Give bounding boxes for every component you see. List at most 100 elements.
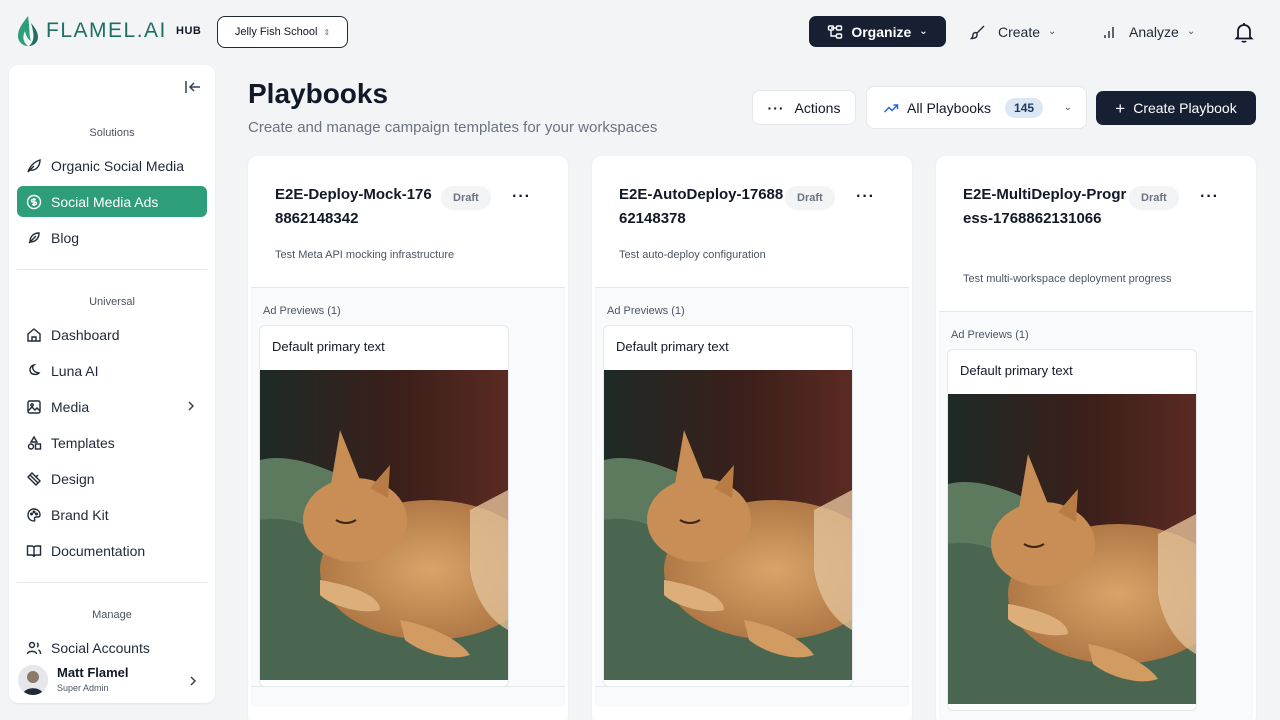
ad-preview-card[interactable]: Default primary text: [259, 325, 509, 687]
sidebar-item-label: Media: [51, 398, 90, 415]
playbook-description: Test multi-workspace deployment progress: [963, 273, 1172, 285]
users-icon: [26, 641, 42, 654]
nav-organize-label: Organize: [851, 23, 912, 40]
sidebar-item-documentation[interactable]: Documentation: [17, 535, 207, 566]
ad-previews-label: Ad Previews (1): [951, 329, 1029, 341]
count-badge: 145: [1005, 97, 1044, 118]
updown-chevron-icon: ⇕: [323, 27, 331, 37]
chevron-down-icon: ⌄: [919, 26, 928, 37]
nav-organize[interactable]: Organize ⌄: [809, 16, 946, 47]
book-open-icon: [26, 544, 42, 557]
divider: [17, 269, 207, 270]
sidebar: Solutions Organic Social Media Social Me…: [9, 65, 215, 703]
page-subtitle: Create and manage campaign templates for…: [248, 119, 658, 136]
ad-previews-section: Ad Previews (1) Default primary text: [939, 311, 1253, 720]
sidebar-item-label: Luna AI: [51, 362, 99, 379]
filter-label: All Playbooks: [907, 99, 992, 116]
leaf-icon: [27, 158, 41, 172]
ad-primary-text: Default primary text: [960, 363, 1073, 378]
sidebar-item-label: Social Media Ads: [51, 193, 159, 210]
sidebar-item-design[interactable]: Design: [17, 463, 207, 494]
ad-preview-card[interactable]: Default primary text: [603, 325, 853, 687]
playbook-description: Test auto-deploy configuration: [619, 249, 766, 261]
ad-previews-label: Ad Previews (1): [607, 305, 685, 317]
playbook-card[interactable]: E2E-MultiDeploy-Progress-1768862131066 D…: [936, 156, 1256, 720]
chevron-down-icon: ⌄: [1048, 26, 1057, 37]
chevron-down-icon: ⌄: [1063, 102, 1072, 113]
palette-icon: [27, 507, 41, 522]
nav-analyze-label: Analyze: [1129, 23, 1179, 40]
logo-text: FLAMEL.AI: [46, 19, 167, 42]
more-options-icon[interactable]: ···: [856, 188, 875, 206]
organize-icon: [828, 24, 843, 39]
playbook-card[interactable]: E2E-Deploy-Mock-1768862148342 Draft ··· …: [248, 156, 568, 720]
ad-image: [260, 370, 508, 680]
dollar-circle-icon: [26, 194, 42, 209]
section-label-universal: Universal: [89, 296, 135, 308]
school-selector[interactable]: Jelly Fish School ⇕: [217, 16, 348, 48]
create-playbook-label: Create Playbook: [1133, 100, 1237, 116]
sidebar-item-label: Dashboard: [51, 326, 120, 343]
actions-label: Actions: [794, 99, 841, 116]
create-playbook-button[interactable]: + Create Playbook: [1096, 91, 1256, 125]
sidebar-item-blog[interactable]: Blog: [17, 222, 207, 253]
sidebar-item-templates[interactable]: Templates: [17, 427, 207, 458]
plus-icon: +: [1115, 98, 1126, 118]
actions-button[interactable]: ··· Actions: [752, 90, 856, 125]
sidebar-item-label: Organic Social Media: [51, 157, 185, 174]
shapes-icon: [27, 435, 42, 450]
playbook-title: E2E-AutoDeploy-1768862148378: [619, 186, 784, 227]
image-icon: [27, 399, 41, 414]
user-profile[interactable]: Matt Flamel Super Admin: [9, 657, 215, 703]
avatar: [18, 665, 48, 695]
sidebar-item-media[interactable]: Media: [17, 391, 207, 422]
hub-label: HUB: [176, 25, 202, 37]
top-bar: FLAMEL.AI HUB Jelly Fish School ⇕ Organi…: [0, 0, 1280, 64]
bar-chart-icon: [1104, 26, 1114, 38]
status-badge: Draft: [441, 186, 491, 210]
collapse-sidebar-icon[interactable]: [184, 79, 202, 95]
playbook-title: E2E-Deploy-Mock-1768862148342: [275, 186, 432, 227]
sidebar-item-brand-kit[interactable]: Brand Kit: [17, 499, 207, 530]
ad-image: [604, 370, 852, 680]
ad-previews-section: Ad Previews (1) Default primary text: [595, 287, 909, 707]
section-label-manage: Manage: [92, 609, 132, 621]
more-options-icon[interactable]: ···: [1200, 188, 1219, 206]
ad-primary-text: Default primary text: [272, 339, 385, 354]
home-icon: [27, 327, 41, 342]
chevron-right-icon: [188, 401, 195, 411]
playbook-filter-select[interactable]: All Playbooks 145 ⌄: [866, 86, 1087, 129]
divider: [17, 582, 207, 583]
sidebar-item-social-media-ads[interactable]: Social Media Ads: [17, 186, 207, 217]
nav-create-label: Create: [998, 23, 1041, 40]
logo[interactable]: FLAMEL.AI: [16, 15, 167, 47]
flame-logo-icon: [18, 16, 38, 46]
sidebar-item-luna-ai[interactable]: Luna AI: [17, 355, 207, 386]
status-badge: Draft: [785, 186, 835, 210]
playbook-description: Test Meta API mocking infrastructure: [275, 249, 455, 261]
ad-preview-card[interactable]: Default primary text: [947, 349, 1197, 711]
ad-previews-section: Ad Previews (1) Default primary text: [251, 287, 565, 707]
ad-image: [948, 394, 1196, 704]
user-role: Super Admin: [57, 683, 109, 693]
school-name: Jelly Fish School: [234, 26, 318, 38]
playbook-title: E2E-MultiDeploy-Progress-1768862131066: [963, 186, 1127, 227]
playbook-card[interactable]: E2E-AutoDeploy-1768862148378 Draft ··· T…: [592, 156, 912, 720]
sidebar-item-label: Templates: [51, 434, 115, 451]
feather-icon: [28, 231, 40, 243]
nav-analyze[interactable]: Analyze ⌄: [1101, 16, 1195, 47]
sidebar-item-dashboard[interactable]: Dashboard: [17, 319, 207, 350]
card-footer-divider: [595, 686, 909, 687]
chevron-down-icon: ⌄: [1186, 26, 1196, 37]
nav-create[interactable]: Create ⌄: [970, 16, 1056, 47]
sidebar-item-organic-social-media[interactable]: Organic Social Media: [17, 150, 207, 181]
more-options-icon[interactable]: ···: [512, 188, 531, 206]
sidebar-item-label: Social Accounts: [51, 639, 150, 656]
page-title: Playbooks: [248, 78, 389, 109]
brush-icon: [970, 25, 985, 39]
section-label-solutions: Solutions: [89, 127, 135, 139]
trending-up-icon: [883, 103, 899, 113]
sidebar-item-label: Blog: [51, 229, 80, 246]
more-horizontal-icon: ···: [767, 99, 785, 116]
bell-icon[interactable]: [1232, 20, 1256, 44]
